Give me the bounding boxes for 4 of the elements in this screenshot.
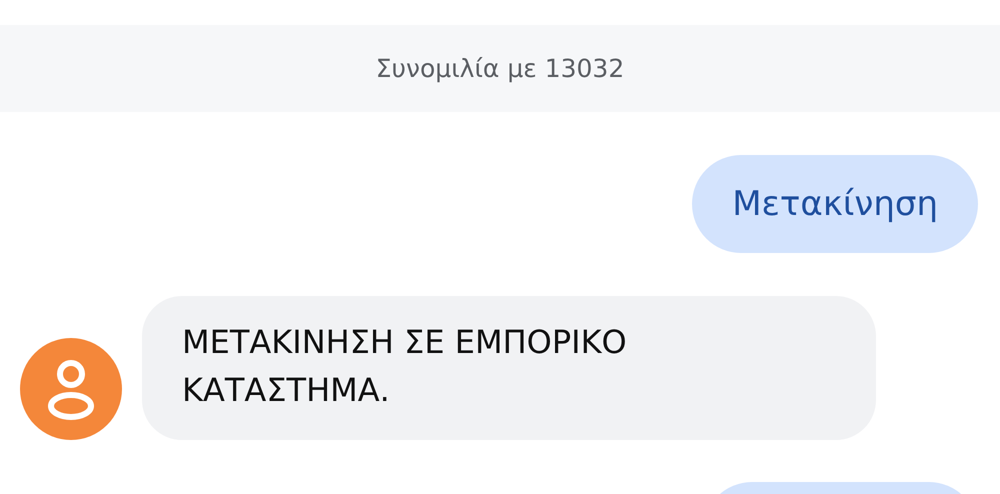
avatar-icon: [20, 338, 122, 440]
received-message-bubble: ΜΕΤΑΚΙΝΗΣΗ ΣΕ ΕΜΠΟΡΙΚΟ ΚΑΤΑΣΤΗΜΑ.: [142, 296, 876, 440]
conversation-title: Συνομιλία με 13032: [376, 54, 624, 83]
sent-message-bubble: Μετακίνηση: [692, 155, 978, 253]
